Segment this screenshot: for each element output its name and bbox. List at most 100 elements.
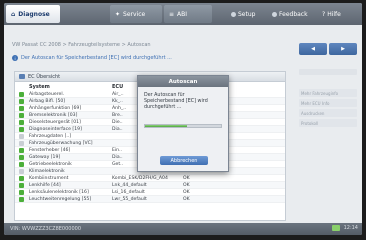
- tab-service-label: Service: [123, 10, 146, 18]
- status-indicator: [19, 182, 24, 188]
- cell-system: Lenksäulenelektronik [16]: [29, 189, 89, 195]
- status-indicator: [19, 175, 24, 181]
- scan-notice: i Der Autoscan für Speicherbestand [EC] …: [12, 55, 172, 61]
- column-header-ecu: ECU: [112, 84, 124, 90]
- cell-system: Lenkhilfe [44]: [29, 182, 61, 188]
- nav-buttons: ◀ ▶: [299, 43, 357, 55]
- dialog-message: Der Autoscan für Speicherbestand [EC] wi…: [144, 93, 208, 110]
- help-label: Hilfe: [327, 10, 341, 18]
- cell-system: Airbag Bifl. [50]: [29, 98, 66, 104]
- cell-system: Bremselektronik [03]: [29, 112, 78, 118]
- panel-icon: [19, 74, 25, 79]
- status-indicator: [19, 196, 24, 202]
- right-divider: [299, 69, 357, 75]
- action-more-ecu-info[interactable]: Mehr ECU Info: [299, 99, 357, 107]
- next-button[interactable]: ▶: [329, 43, 357, 55]
- feedback-button[interactable]: Feedback: [272, 5, 308, 23]
- app-window: ⌂ Diagnose ✦ Service ≡ ABI Setup Feedbac…: [4, 3, 362, 235]
- cell-ecu: Kombi_ESK/D2FH/G_A04: [112, 175, 168, 181]
- car-icon: ⌂: [11, 10, 16, 18]
- connection-icon: [331, 225, 340, 231]
- status-indicator: [19, 189, 24, 195]
- cell-ecu: Dia..: [112, 126, 123, 132]
- breadcrumb: VW Passat CC 2008 > Fahrzeugteilsysteme …: [12, 42, 151, 48]
- info-icon: i: [12, 55, 18, 61]
- cell-system: Diagnoseinterface [19]: [29, 126, 82, 132]
- gear-icon: [231, 11, 236, 17]
- cell-result: OK: [183, 182, 190, 188]
- cell-system: Leuchtweitenregelung [55]: [29, 196, 92, 202]
- tab-abi-label: ABI: [177, 10, 188, 18]
- help-button[interactable]: ? Hilfe: [322, 5, 341, 23]
- setup-label: Setup: [238, 10, 256, 18]
- status-indicator: [19, 98, 24, 104]
- cell-ecu: Dia..: [112, 154, 123, 160]
- status-indicator: [19, 168, 24, 174]
- cell-system: Fahrzeugüberwachung [VC]: [29, 140, 93, 146]
- autoscan-dialog: Autoscan Der Autoscan für Speicherbestan…: [137, 75, 229, 172]
- status-bar: VIN: WVWZZZ3CZ8E000000 12:14: [4, 223, 362, 235]
- cell-ecu: Air_..: [112, 91, 124, 97]
- status-indicator: [19, 119, 24, 125]
- cell-system: Gateway [19]: [29, 154, 61, 160]
- status-indicator: [19, 154, 24, 160]
- cell-result: OK: [183, 196, 190, 202]
- cell-ecu: Lsi_16_default: [112, 189, 145, 195]
- table-row[interactable]: Kombiinstrument Kombi_ESK/D2FH/G_A04 OK: [15, 175, 285, 182]
- feedback-icon: [272, 11, 277, 17]
- cell-result: OK: [183, 175, 190, 181]
- cell-system: Kombiinstrument: [29, 175, 69, 181]
- cell-ecu: Ein..: [112, 147, 123, 153]
- cell-ecu: Bre..: [112, 112, 123, 118]
- status-indicator: [19, 105, 24, 111]
- status-indicator: [19, 161, 24, 167]
- tab-diagnose-label: Diagnose: [18, 10, 50, 18]
- status-indicator: [19, 133, 24, 139]
- panel-title: EC Übersicht: [28, 73, 61, 80]
- action-more-vehicle-info[interactable]: Mehr Fahrzeuginfo: [299, 89, 357, 97]
- cell-system: Anhängerfunktion [69]: [29, 105, 82, 111]
- setup-button[interactable]: Setup: [231, 5, 255, 23]
- status-indicators: 12:14: [331, 225, 358, 231]
- cell-ecu: Lwr_55_default: [112, 196, 147, 202]
- cell-system: Fensterheber [46]: [29, 147, 71, 153]
- action-log[interactable]: Protokoll: [299, 119, 357, 127]
- cell-ecu: Lnk_44_default: [112, 182, 147, 188]
- status-indicator: [19, 91, 24, 97]
- cell-system: Klimaelektronik: [29, 168, 65, 174]
- status-indicator: [19, 112, 24, 118]
- help-icon: ?: [322, 10, 326, 18]
- cell-ecu: Anh_..: [112, 105, 127, 111]
- table-row[interactable]: Lenksäulenelektronik [16] Lsi_16_default O…: [15, 189, 285, 196]
- status-indicator: [19, 147, 24, 153]
- feedback-label: Feedback: [279, 10, 308, 18]
- cell-ecu: Kk_..: [112, 98, 123, 104]
- top-bar: ⌂ Diagnose ✦ Service ≡ ABI Setup Feedbac…: [4, 3, 362, 25]
- scan-notice-text: Der Autoscan für Speicherbestand [EC] wi…: [21, 55, 172, 61]
- scan-progress-bar: [144, 124, 222, 128]
- vin-readout: VIN: WVWZZZ3CZ8E000000: [10, 226, 82, 232]
- cancel-button[interactable]: Abbrechen: [160, 156, 208, 165]
- column-header-system: System: [29, 84, 50, 90]
- cell-ecu: Get..: [112, 161, 124, 167]
- cell-system: Getriebeelektronik: [29, 161, 72, 167]
- cell-result: OK: [183, 189, 190, 195]
- tab-abi[interactable]: ≡ ABI: [164, 5, 212, 23]
- table-row[interactable]: Lenkhilfe [44] Lnk_44_default OK: [15, 182, 285, 189]
- cell-system: Airbagsteuerel.: [29, 91, 65, 97]
- action-print[interactable]: Ausdrucken: [299, 109, 357, 117]
- status-indicator: [19, 126, 24, 132]
- clock: 12:14: [343, 225, 358, 231]
- back-button[interactable]: ◀: [299, 43, 327, 55]
- dialog-title: Autoscan: [138, 76, 228, 87]
- tab-service[interactable]: ✦ Service: [110, 5, 162, 23]
- cell-system: Fahrzeugdaten [..]: [29, 133, 72, 139]
- table-row[interactable]: Leuchtweitenregelung [55] Lwr_55_default O…: [15, 196, 285, 203]
- tab-diagnose[interactable]: ⌂ Diagnose: [6, 5, 60, 23]
- status-indicator: [19, 140, 24, 146]
- cell-ecu: Die..: [112, 119, 123, 125]
- list-icon: ≡: [169, 10, 175, 18]
- cell-system: Dieselsteuergerät [01]: [29, 119, 81, 125]
- wrench-icon: ✦: [115, 10, 121, 18]
- right-action-list: Mehr Fahrzeuginfo Mehr ECU Info Ausdruck…: [299, 89, 357, 129]
